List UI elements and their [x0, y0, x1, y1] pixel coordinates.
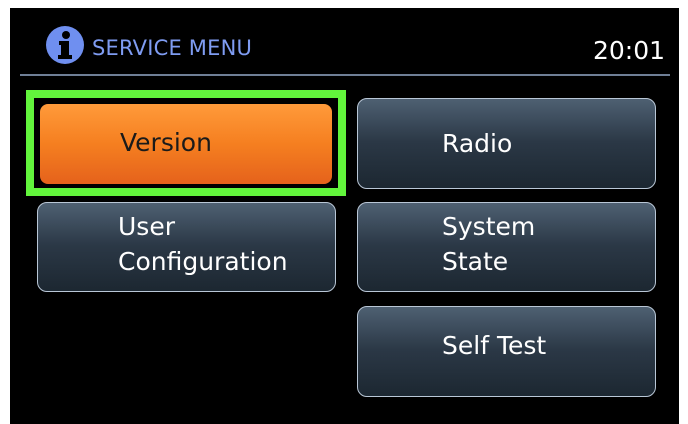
radio-button[interactable]: Radio: [357, 98, 656, 189]
radio-button-label: Radio: [442, 129, 513, 158]
header-bar: SERVICE MENU 20:01: [10, 8, 679, 78]
system-state-button[interactable]: System State: [357, 202, 656, 292]
page-title: SERVICE MENU: [92, 36, 253, 60]
self-test-button-label: Self Test: [442, 331, 547, 360]
user-configuration-button[interactable]: User Configuration: [37, 202, 336, 292]
header-divider: [20, 74, 670, 76]
user-configuration-label-line2: Configuration: [118, 247, 288, 276]
user-configuration-label-line1: User: [118, 212, 175, 241]
clock: 20:01: [592, 36, 665, 65]
self-test-button[interactable]: Self Test: [357, 306, 656, 397]
system-state-label-line2: State: [442, 247, 509, 276]
version-button[interactable]: Version: [40, 104, 332, 184]
version-button-label: Version: [120, 128, 212, 157]
info-icon: [46, 26, 84, 64]
service-menu-screen: SERVICE MENU 20:01 Version Radio User Co…: [10, 8, 679, 424]
system-state-label-line1: System: [442, 212, 536, 241]
